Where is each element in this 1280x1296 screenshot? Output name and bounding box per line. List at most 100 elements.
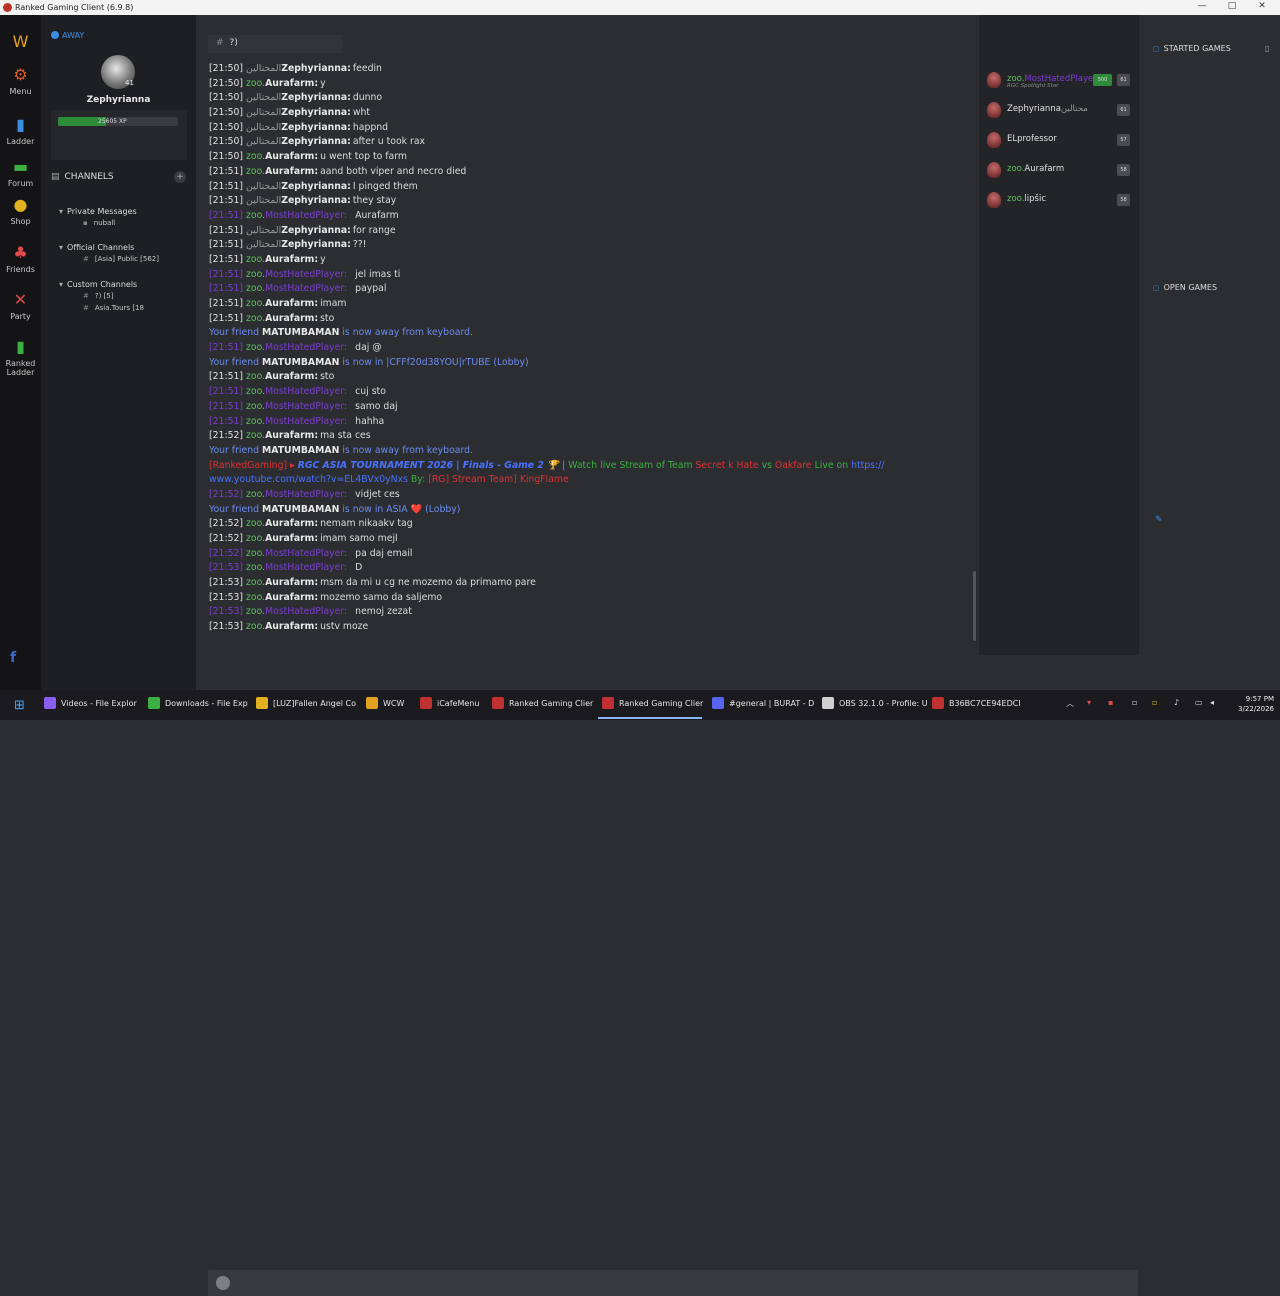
rail-item-forum[interactable]: ▬ Forum bbox=[2, 157, 39, 188]
message-author[interactable]: MostHatedPlayer: bbox=[265, 210, 347, 221]
user-list-item[interactable]: Zephyriannaمحتالين 61 bbox=[987, 101, 1135, 119]
taskbar-item[interactable]: Downloads - File Exp bbox=[148, 697, 248, 713]
message-author[interactable]: MostHatedPlayer: bbox=[265, 562, 347, 573]
message-author[interactable]: Zephyrianna: bbox=[281, 195, 351, 206]
user-list-item[interactable]: ELprofessor 57 bbox=[987, 131, 1135, 149]
message-text: happnd bbox=[352, 121, 389, 133]
group-private-messages[interactable]: Private Messages bbox=[59, 207, 137, 216]
microphone-icon[interactable]: ♪ bbox=[1174, 698, 1179, 707]
message-author[interactable]: MostHatedPlayer: bbox=[265, 401, 347, 412]
tray-app-icon[interactable]: ▾ bbox=[1087, 698, 1091, 707]
maximize-button[interactable]: □ bbox=[1222, 1, 1242, 11]
channel-item-asia-public[interactable]: # [Asia] Public [562] bbox=[83, 255, 159, 263]
windows-start-icon[interactable]: ⊞ bbox=[14, 698, 25, 713]
message-author[interactable]: Aurafarm: bbox=[265, 371, 318, 382]
message-author[interactable]: Zephyrianna: bbox=[281, 239, 351, 250]
taskbar-item[interactable]: Videos - File Explor bbox=[44, 697, 137, 713]
volume-icon[interactable]: ◂ bbox=[1210, 698, 1214, 707]
message-author[interactable]: Zephyrianna: bbox=[281, 136, 351, 147]
message-author[interactable]: MostHatedPlayer: bbox=[265, 489, 347, 500]
user-list-item[interactable]: zoo.lipšic 58 bbox=[987, 191, 1135, 209]
facebook-icon[interactable]: f bbox=[10, 650, 16, 666]
message-author[interactable]: Aurafarm: bbox=[265, 533, 318, 544]
system-friend-name[interactable]: MATUMBAMAN bbox=[262, 357, 339, 368]
message-author[interactable]: Aurafarm: bbox=[265, 151, 318, 162]
channel-item-current[interactable]: # ?) [5] bbox=[83, 292, 113, 300]
rail-item-ladder[interactable]: ▮ Ladder bbox=[2, 115, 39, 146]
message-author[interactable]: Aurafarm: bbox=[265, 518, 318, 529]
taskbar-item[interactable]: #general | BURAT - D bbox=[712, 697, 814, 713]
message-author[interactable]: Zephyrianna: bbox=[281, 181, 351, 192]
status-indicator[interactable]: AWAY bbox=[51, 31, 84, 40]
tray-app-icon[interactable]: ▪ bbox=[1108, 698, 1113, 707]
message-author[interactable]: Zephyrianna: bbox=[281, 107, 351, 118]
system-friend-name[interactable]: MATUMBAMAN bbox=[262, 504, 339, 515]
message-author[interactable]: Zephyrianna: bbox=[281, 225, 351, 236]
message-author[interactable]: MostHatedPlayer: bbox=[265, 606, 347, 617]
close-button[interactable]: ✕ bbox=[1252, 1, 1272, 11]
taskbar-item[interactable]: Ranked Gaming Clier bbox=[602, 697, 703, 713]
emoji-icon[interactable] bbox=[216, 1276, 230, 1290]
message-author[interactable]: Aurafarm: bbox=[265, 254, 318, 265]
message-author[interactable]: Zephyrianna: bbox=[281, 122, 351, 133]
started-games-header[interactable]: STARTED GAMES bbox=[1153, 44, 1231, 53]
tray-app-icon[interactable]: ▫ bbox=[1132, 698, 1137, 707]
channel-item-nuball[interactable]: ▪ nuball bbox=[83, 219, 115, 227]
rail-item-menu[interactable]: ⚙ Menu bbox=[2, 65, 39, 96]
broadcast-link[interactable]: www.youtube.com/watch?v=EL4BVx0yNxs bbox=[209, 474, 408, 485]
message-author[interactable]: Aurafarm: bbox=[265, 298, 318, 309]
network-icon[interactable]: ▭ bbox=[1195, 698, 1203, 707]
taskbar-item[interactable]: [LUZ]Fallen Angel Co bbox=[256, 697, 356, 713]
rail-item-shop[interactable]: ● Shop bbox=[2, 195, 39, 226]
message-text: aand both viper and necro died bbox=[320, 165, 467, 177]
open-games-header[interactable]: OPEN GAMES bbox=[1153, 283, 1217, 292]
message-author[interactable]: Aurafarm: bbox=[265, 621, 318, 632]
system-friend-name[interactable]: MATUMBAMAN bbox=[262, 327, 339, 338]
taskbar-item[interactable]: iCafeMenu bbox=[420, 697, 479, 713]
system-friend-name[interactable]: MATUMBAMAN bbox=[262, 445, 339, 456]
rail-item-friends[interactable]: ♣ Friends bbox=[2, 243, 39, 274]
clock[interactable]: 9:57 PM 3/22/2026 bbox=[1229, 694, 1274, 714]
rail-item-logo[interactable]: W bbox=[2, 32, 39, 54]
message-author[interactable]: MostHatedPlayer: bbox=[265, 386, 347, 397]
message-author[interactable]: MostHatedPlayer: bbox=[265, 269, 347, 280]
message-timestamp: [21:51] bbox=[209, 253, 244, 265]
chat-message: [21:52] zoo.MostHatedPlayer: pa daj email bbox=[209, 547, 969, 562]
minimize-button[interactable]: — bbox=[1192, 1, 1212, 11]
user-list-item[interactable]: zoo.Aurafarm 58 bbox=[987, 161, 1135, 179]
user-list-item[interactable]: zoo.MostHatedPlayer RGC Spotlight Star 500… bbox=[987, 71, 1135, 89]
rail-item-ranked-ladder[interactable]: ▮ Ranked Ladder bbox=[2, 337, 39, 377]
group-custom-channels[interactable]: Custom Channels bbox=[59, 280, 137, 289]
group-official-channels[interactable]: Official Channels bbox=[59, 243, 134, 252]
message-author[interactable]: MostHatedPlayer: bbox=[265, 342, 347, 353]
message-author[interactable]: Aurafarm: bbox=[265, 577, 318, 588]
message-author[interactable]: Zephyrianna: bbox=[281, 92, 351, 103]
message-clan-tag: zoo. bbox=[246, 253, 266, 265]
taskbar-item[interactable]: OBS 32.1.0 - Profile: U bbox=[822, 697, 928, 713]
message-author[interactable]: MostHatedPlayer: bbox=[265, 283, 347, 294]
taskbar-item[interactable]: WCW bbox=[366, 697, 404, 713]
user-name: zoo.lipšic bbox=[1007, 194, 1046, 204]
message-author[interactable]: Aurafarm: bbox=[265, 78, 318, 89]
chat-scrollbar[interactable] bbox=[973, 571, 976, 641]
message-author[interactable]: MostHatedPlayer: bbox=[265, 548, 347, 559]
channel-item-asia-tours[interactable]: # Asia.Tours [18 bbox=[83, 304, 144, 312]
message-author[interactable]: MostHatedPlayer: bbox=[265, 416, 347, 427]
add-channel-button[interactable]: + bbox=[174, 171, 186, 183]
message-author[interactable]: Zephyrianna: bbox=[281, 63, 351, 74]
lock-icon[interactable]: ▯ bbox=[1265, 44, 1269, 53]
message-clan-tag: zoo. bbox=[246, 151, 266, 163]
tray-chevron-icon[interactable]: ︿ bbox=[1066, 698, 1074, 709]
tray-app-icon[interactable]: ▫ bbox=[1152, 698, 1157, 707]
message-author[interactable]: Aurafarm: bbox=[265, 592, 318, 603]
chat-message: [21:50] المحتالينZephyrianna: after u took… bbox=[209, 135, 969, 150]
message-author[interactable]: Aurafarm: bbox=[265, 166, 318, 177]
edit-icon[interactable]: ✎ bbox=[1155, 515, 1163, 525]
rail-item-party[interactable]: ✕ Party bbox=[2, 290, 39, 321]
taskbar-item[interactable]: Ranked Gaming Clier bbox=[492, 697, 593, 713]
message-author[interactable]: Aurafarm: bbox=[265, 430, 318, 441]
message-input[interactable] bbox=[208, 1270, 1138, 1296]
taskbar-item[interactable]: B36BC7CE94EDCI bbox=[932, 697, 1021, 713]
broadcast-link[interactable]: https:// bbox=[851, 460, 884, 471]
message-author[interactable]: Aurafarm: bbox=[265, 313, 318, 324]
